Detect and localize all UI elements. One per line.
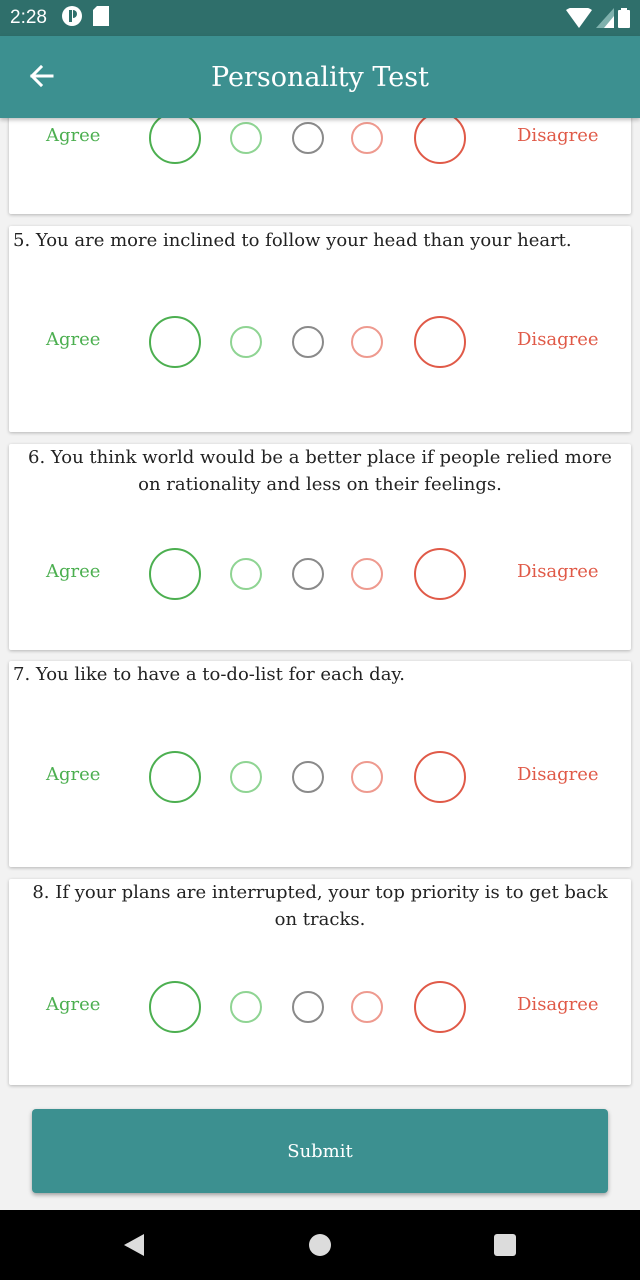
option-strongly-disagree[interactable] [414,751,466,803]
question-text: 6. You think world would be a better pla… [28,447,612,495]
agree-label: Agree [46,764,101,785]
option-agree[interactable] [230,326,262,358]
sd-card-icon [92,6,109,30]
agree-label: Agree [46,994,101,1015]
app-bar: Personality Test [0,36,640,118]
option-strongly-agree[interactable] [149,981,201,1033]
disagree-label: Disagree [517,764,599,785]
question-card: 5. You are more inclined to follow your … [9,226,631,432]
question-card: Agree Disagree [9,118,631,214]
option-neutral[interactable] [292,326,324,358]
option-neutral[interactable] [292,558,324,590]
disagree-label: Disagree [517,994,599,1015]
nav-back-icon[interactable] [120,1232,146,1258]
likert-scale: Agree Disagree [9,118,631,164]
option-agree[interactable] [230,122,262,154]
disagree-label: Disagree [517,329,599,350]
option-neutral[interactable] [292,761,324,793]
page-title: Personality Test [211,61,429,93]
option-strongly-disagree[interactable] [414,316,466,368]
likert-scale: Agree Disagree [9,548,631,600]
submit-button[interactable]: Submit [32,1109,608,1193]
option-disagree[interactable] [351,558,383,590]
option-strongly-agree[interactable] [149,316,201,368]
question-text: 8. If your plans are interrupted, your t… [32,882,608,930]
likert-scale: Agree Disagree [9,981,631,1033]
battery-icon [618,8,630,32]
option-strongly-agree[interactable] [149,118,201,164]
nav-recents-icon[interactable] [492,1232,518,1258]
arrow-back-icon[interactable] [26,60,58,92]
app-notification-icon [61,5,83,31]
disagree-label: Disagree [517,561,599,582]
option-strongly-disagree[interactable] [414,118,466,164]
likert-scale: Agree Disagree [9,316,631,368]
nav-home-icon[interactable] [307,1232,333,1258]
option-disagree[interactable] [351,326,383,358]
agree-label: Agree [46,561,101,582]
option-strongly-agree[interactable] [149,751,201,803]
option-strongly-agree[interactable] [149,548,201,600]
system-nav-bar [0,1210,640,1280]
wifi-icon [566,6,592,32]
agree-label: Agree [46,329,101,350]
option-agree[interactable] [230,558,262,590]
option-disagree[interactable] [351,122,383,154]
option-neutral[interactable] [292,122,324,154]
signal-icon [596,8,614,32]
likert-scale: Agree Disagree [9,751,631,803]
option-neutral[interactable] [292,991,324,1023]
disagree-label: Disagree [517,125,599,146]
submit-container: Submit [32,1109,608,1193]
status-time: 2:28 [10,7,47,28]
status-bar: 2:28 [0,0,640,36]
question-text: 5. You are more inclined to follow your … [13,230,572,251]
option-agree[interactable] [230,991,262,1023]
option-strongly-disagree[interactable] [414,548,466,600]
option-agree[interactable] [230,761,262,793]
question-text: 7. You like to have a to-do-list for eac… [13,664,405,685]
option-disagree[interactable] [351,991,383,1023]
agree-label: Agree [46,125,101,146]
question-card: 6. You think world would be a better pla… [9,444,631,650]
question-list[interactable]: Agree Disagree 5. You are more inclined … [0,118,640,1210]
status-right-group [566,6,630,32]
question-card: 8. If your plans are interrupted, your t… [9,879,631,1085]
option-disagree[interactable] [351,761,383,793]
question-card: 7. You like to have a to-do-list for eac… [9,661,631,867]
option-strongly-disagree[interactable] [414,981,466,1033]
